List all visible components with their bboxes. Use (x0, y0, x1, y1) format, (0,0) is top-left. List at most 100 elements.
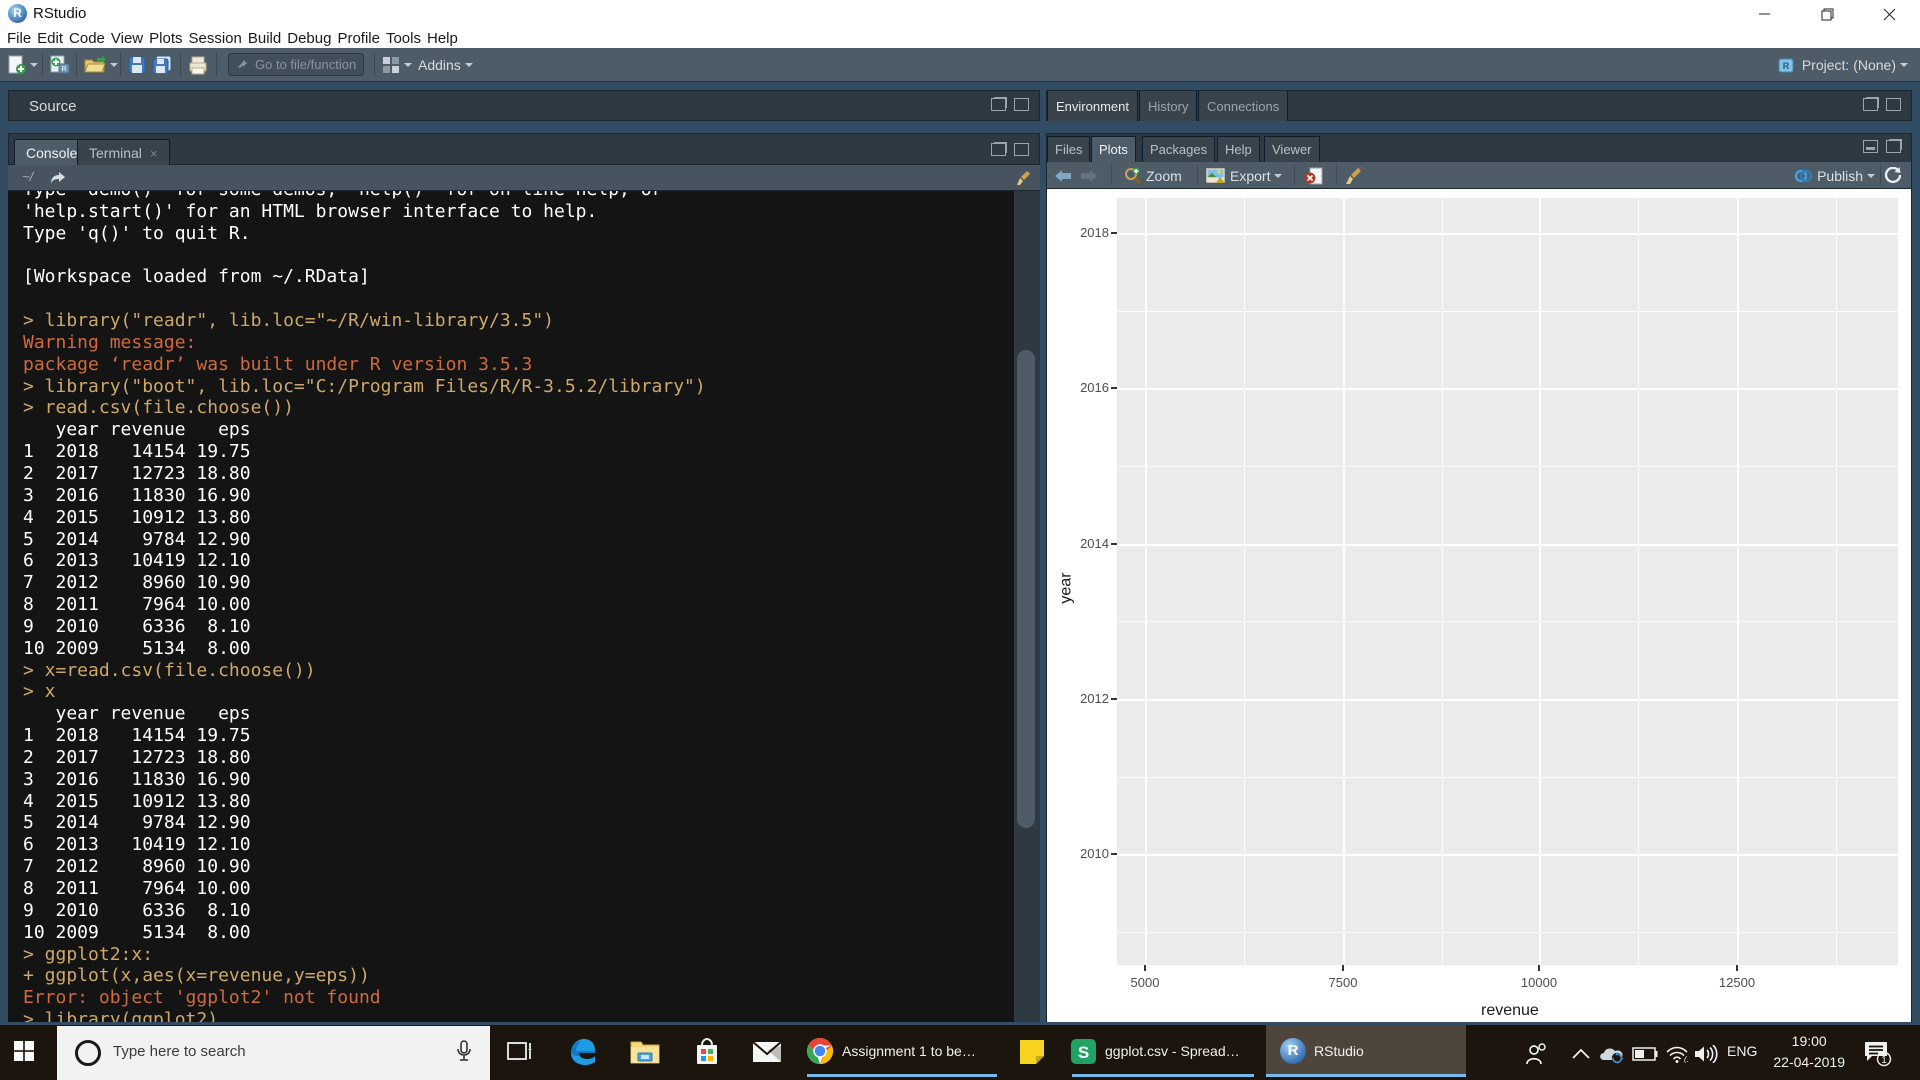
file-explorer-icon[interactable] (630, 1037, 660, 1067)
tab-plots[interactable]: Plots (1091, 136, 1136, 162)
svg-text:R: R (61, 66, 66, 73)
console-maximize-icon[interactable] (1014, 143, 1029, 156)
tab-viewer-label: Viewer (1272, 142, 1312, 157)
tab-history[interactable]: History (1139, 91, 1197, 121)
addins-menu[interactable]: Addins (418, 48, 473, 82)
addins-grid-caret[interactable] (404, 63, 412, 67)
plot-canvas[interactable]: 20182016201420122010500075001000012500 r… (1047, 189, 1911, 1022)
environment-restore-icon[interactable] (1863, 98, 1878, 111)
publish-button[interactable]: Publish (1794, 162, 1875, 189)
people-icon[interactable] (1522, 1039, 1552, 1069)
console-line: year revenue eps (23, 419, 706, 441)
maximize-button[interactable] (1796, 0, 1858, 28)
plot-forward-button[interactable] (1080, 162, 1098, 189)
project-menu[interactable]: R Project: (None) (1777, 48, 1908, 82)
tab-files[interactable]: Files (1047, 136, 1090, 162)
main-toolbar: R Go to file/function Addins R Project: … (0, 48, 1920, 82)
menu-edit[interactable]: Edit (37, 30, 63, 47)
source-maximize-icon[interactable] (1014, 98, 1029, 111)
menu-code[interactable]: Code (69, 30, 105, 47)
edge-icon[interactable] (568, 1037, 598, 1067)
minimize-button[interactable] (1734, 0, 1796, 28)
console-line: + ggplot(x,aes(x=revenue,y=eps)) (23, 965, 706, 987)
battery-icon[interactable] (1630, 1039, 1660, 1069)
print-button[interactable] (188, 48, 208, 82)
y-tick-mark (1111, 387, 1117, 389)
menu-build[interactable]: Build (248, 30, 281, 47)
search-mic-icon[interactable] (456, 1040, 472, 1066)
taskbar: Type here to search Assignment 1 to be… … (0, 1025, 1920, 1080)
gridline-major (1343, 198, 1345, 965)
plots-clear-button[interactable] (1345, 162, 1365, 189)
new-project-button[interactable]: R (50, 48, 70, 82)
tray-language[interactable]: ENG (1727, 1043, 1757, 1059)
menu-file[interactable]: File (7, 30, 31, 47)
tab-terminal[interactable]: Terminal× (77, 139, 170, 166)
window-title: RStudio (33, 5, 86, 22)
console-clear-icon[interactable] (1016, 170, 1034, 186)
menu-tools[interactable]: Tools (386, 30, 421, 47)
addins-caret[interactable] (465, 63, 473, 67)
environment-maximize-icon[interactable] (1886, 98, 1901, 111)
menu-help[interactable]: Help (427, 30, 458, 47)
store-icon[interactable] (692, 1037, 722, 1067)
plot-zoom-button[interactable]: Zoom (1124, 162, 1182, 189)
tab-connections[interactable]: Connections (1198, 91, 1288, 121)
project-caret[interactable] (1900, 63, 1908, 67)
taskbar-spreadsheet-button[interactable]: S ggplot.csv - Spread… (1070, 1025, 1240, 1077)
open-file-caret[interactable] (110, 63, 118, 67)
plot-export-button[interactable]: Export (1206, 162, 1282, 189)
plots-restore-icon[interactable] (1886, 140, 1901, 153)
terminal-close-icon[interactable]: × (150, 146, 158, 161)
tab-viewer[interactable]: Viewer (1264, 136, 1320, 162)
menu-bar: File Edit Code View Plots Session Build Debug Pr… (0, 28, 1920, 48)
console-line: 8 2011 7964 10.00 (23, 878, 706, 900)
close-button[interactable] (1858, 0, 1920, 28)
console-output[interactable]: Type 'demo()' for some demos, 'help()' f… (8, 191, 1014, 1022)
console-wd-arrow-icon[interactable] (50, 171, 66, 185)
onedrive-icon[interactable] (1596, 1039, 1626, 1069)
new-file-button[interactable] (8, 48, 38, 82)
taskbar-chrome-button[interactable]: Assignment 1 to be… (806, 1025, 976, 1077)
tab-environment[interactable]: Environment (1047, 91, 1138, 121)
save-all-button[interactable] (152, 48, 172, 82)
mail-icon[interactable] (752, 1037, 782, 1067)
open-file-button[interactable] (84, 48, 118, 82)
addins-grid-button[interactable] (383, 48, 412, 82)
publish-caret[interactable] (1867, 174, 1875, 178)
goto-file-search[interactable]: Go to file/function (228, 53, 364, 76)
publish-icon (1794, 168, 1812, 184)
new-file-caret[interactable] (30, 63, 38, 67)
volume-icon[interactable] (1692, 1039, 1722, 1069)
console-scrollbar-thumb[interactable] (1017, 350, 1035, 828)
console-line (23, 245, 706, 267)
source-restore-icon[interactable] (991, 98, 1006, 111)
task-view-icon[interactable] (505, 1037, 535, 1067)
gridline-major (1117, 233, 1898, 235)
plots-refresh-button[interactable] (1884, 162, 1901, 189)
menu-debug[interactable]: Debug (287, 30, 331, 47)
sticky-notes-icon[interactable] (1017, 1037, 1047, 1067)
plot-remove-button[interactable] (1304, 162, 1323, 189)
start-button[interactable] (14, 1041, 38, 1065)
save-button[interactable] (128, 48, 146, 82)
tray-chevron-icon[interactable] (1566, 1039, 1596, 1069)
console-scrollbar[interactable] (1014, 191, 1040, 1022)
taskbar-rstudio-button[interactable]: R RStudio (1266, 1025, 1466, 1077)
console-working-dir[interactable]: ~/ (22, 169, 33, 184)
taskbar-search[interactable]: Type here to search (57, 1026, 490, 1080)
tray-clock[interactable]: 19:00 22-04-2019 (1773, 1031, 1845, 1073)
tab-help[interactable]: Help (1217, 136, 1260, 162)
notification-icon[interactable]: 1 (1862, 1038, 1892, 1068)
menu-view[interactable]: View (111, 30, 143, 47)
menu-session[interactable]: Session (189, 30, 242, 47)
console-restore-icon[interactable] (991, 143, 1006, 156)
export-caret[interactable] (1274, 174, 1282, 178)
menu-plots[interactable]: Plots (149, 30, 182, 47)
wifi-icon[interactable]: (. (1662, 1039, 1692, 1069)
tab-packages[interactable]: Packages (1142, 136, 1215, 162)
plots-minimize-icon[interactable] (1863, 140, 1878, 153)
gridline-minor (1836, 198, 1837, 965)
plot-back-button[interactable] (1054, 162, 1072, 189)
menu-profile[interactable]: Profile (337, 30, 380, 47)
